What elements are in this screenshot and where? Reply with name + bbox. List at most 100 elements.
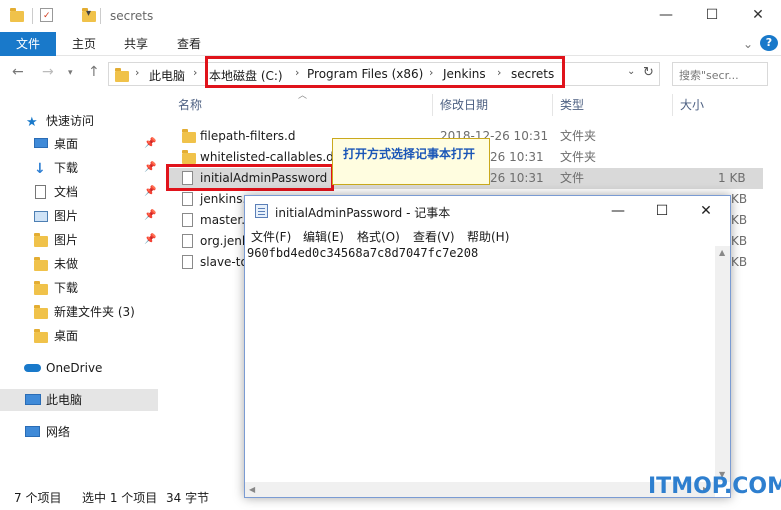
close-button[interactable]: ✕ [735,0,781,32]
customize-quick-access-icon[interactable]: ▾ [86,8,91,19]
sidebar-item-desktop-folder[interactable]: 桌面 [0,325,158,347]
sidebar-item-this-pc[interactable]: 此电脑 [0,389,158,411]
network-icon [25,426,40,437]
file-row[interactable]: master. [168,210,246,231]
file-row[interactable]: org.jenl [168,231,245,252]
refresh-icon[interactable]: ↻ [643,65,654,80]
sidebar-item-network[interactable]: 网络 [0,421,158,443]
folder-icon [34,281,48,295]
file-size: KB [731,234,748,248]
column-header-size[interactable]: 大小 [680,96,704,113]
folder-icon [10,8,24,22]
notepad-icon [255,204,268,218]
file-size: 1 KB [718,171,746,185]
sidebar-item-pictures-folder[interactable]: 图片 📌 [0,229,158,251]
menu-format[interactable]: 格式(O) [357,228,400,245]
sidebar-item-documents[interactable]: 文档 📌 [0,181,158,203]
column-header-type[interactable]: 类型 [560,96,584,113]
properties-icon[interactable]: ✓ [40,8,53,22]
divider [552,94,553,116]
notepad-content: 960fbd4ed0c34568a7c8d7047fc7e208 [247,246,479,260]
vertical-scrollbar[interactable]: ▲ ▼ [715,246,730,482]
tab-share[interactable]: 共享 [112,32,160,56]
minimize-button[interactable]: — [643,0,689,32]
sidebar-item-onedrive[interactable]: OneDrive [0,357,158,379]
scroll-up-icon[interactable]: ▲ [719,248,725,257]
sidebar-item-new-folder-3[interactable]: 新建文件夹 (3) [0,301,158,323]
column-header-name[interactable]: 名称 [178,96,202,113]
status-selected-count: 选中 1 个项目 [82,491,158,505]
sidebar-item-downloads-folder[interactable]: 下载 [0,277,158,299]
expand-ribbon-icon[interactable]: ⌄ [738,32,758,56]
sidebar-item-quick-access[interactable]: ★ 快速访问 [0,110,158,132]
file-name: master. [200,213,246,227]
pin-icon: 📌 [144,162,157,173]
sidebar-item-pictures[interactable]: 图片 📌 [0,205,158,227]
notepad-window: initialAdminPassword - 记事本 — ☐ ✕ 文件(F) 编… [244,195,731,498]
folder-icon [182,129,196,143]
file-icon [182,234,193,248]
up-arrow-icon[interactable]: ↑ [88,64,100,80]
address-dropdown-icon[interactable]: ⌄ [627,66,635,77]
file-name: jenkins. [200,192,247,206]
picture-icon [34,211,48,222]
breadcrumb-this-pc[interactable]: 此电脑 [149,67,185,84]
navigation-pane: ★ 快速访问 桌面 📌 ↓ 下载 📌 文档 📌 图片 📌 图片 📌 未做 下载 … [0,92,160,480]
maximize-button[interactable]: ☐ [689,0,735,32]
divider [100,8,101,24]
ribbon: 文件 主页 共享 查看 ⌄ ? [0,32,781,56]
menu-view[interactable]: 查看(V) [413,228,455,245]
tab-home[interactable]: 主页 [60,32,108,56]
search-placeholder: 搜索"secr... [679,69,739,82]
notepad-close-button[interactable]: ✕ [686,199,726,223]
pin-icon: 📌 [144,234,157,245]
star-icon: ★ [26,115,38,130]
file-type: 文件夹 [560,150,597,164]
computer-icon [25,394,41,405]
file-size: KB [731,213,748,227]
folder-icon [34,305,48,319]
help-icon[interactable]: ? [760,35,778,51]
menu-help[interactable]: 帮助(H) [467,228,509,245]
file-date: 26 10:31 [490,171,544,185]
column-header-date[interactable]: 修改日期 [440,96,488,113]
tab-view[interactable]: 查看 [164,32,214,56]
sort-caret-icon: ︿ [298,91,308,101]
folder-icon [34,233,48,247]
notepad-maximize-button[interactable]: ☐ [642,199,682,223]
sidebar-item-downloads[interactable]: ↓ 下载 📌 [0,157,158,179]
file-type: 文件夹 [560,129,597,143]
notepad-text-area[interactable]: 960fbd4ed0c34568a7c8d7047fc7e208 [245,246,715,482]
folder-icon [34,329,48,343]
file-row[interactable]: jenkins. [168,189,246,210]
path-highlight-box [205,56,565,88]
divider [32,8,33,24]
site-watermark: ITMOP.COM [648,474,781,499]
folder-icon [34,257,48,271]
window-title: secrets [110,9,154,23]
sidebar-item-desktop[interactable]: 桌面 📌 [0,133,158,155]
divider [672,94,673,116]
file-icon [182,213,193,227]
search-input[interactable]: 搜索"secr... [672,62,768,86]
file-icon [182,255,193,269]
menu-file[interactable]: 文件(F) [251,228,291,245]
file-name: slave-to [200,255,248,269]
menu-edit[interactable]: 编辑(E) [303,228,344,245]
breadcrumb-separator: › [193,66,198,79]
recent-locations-icon[interactable]: ▾ [68,68,73,78]
status-selected-size: 34 字节 [166,491,210,505]
notepad-minimize-button[interactable]: — [598,199,638,223]
notepad-menubar: 文件(F) 编辑(E) 格式(O) 查看(V) 帮助(H) [245,226,730,246]
file-size: KB [731,192,748,206]
download-icon: ↓ [34,161,46,177]
pin-icon: 📌 [144,138,157,149]
status-item-count: 7 个项目 [14,491,62,505]
pin-icon: 📌 [144,186,157,197]
file-row[interactable]: slave-to [168,252,248,273]
sidebar-item-weizuo[interactable]: 未做 [0,253,158,275]
tab-file[interactable]: 文件 [0,32,56,56]
forward-arrow-icon[interactable]: → [42,64,54,80]
cloud-icon [24,364,41,372]
back-arrow-icon[interactable]: ← [12,64,24,80]
